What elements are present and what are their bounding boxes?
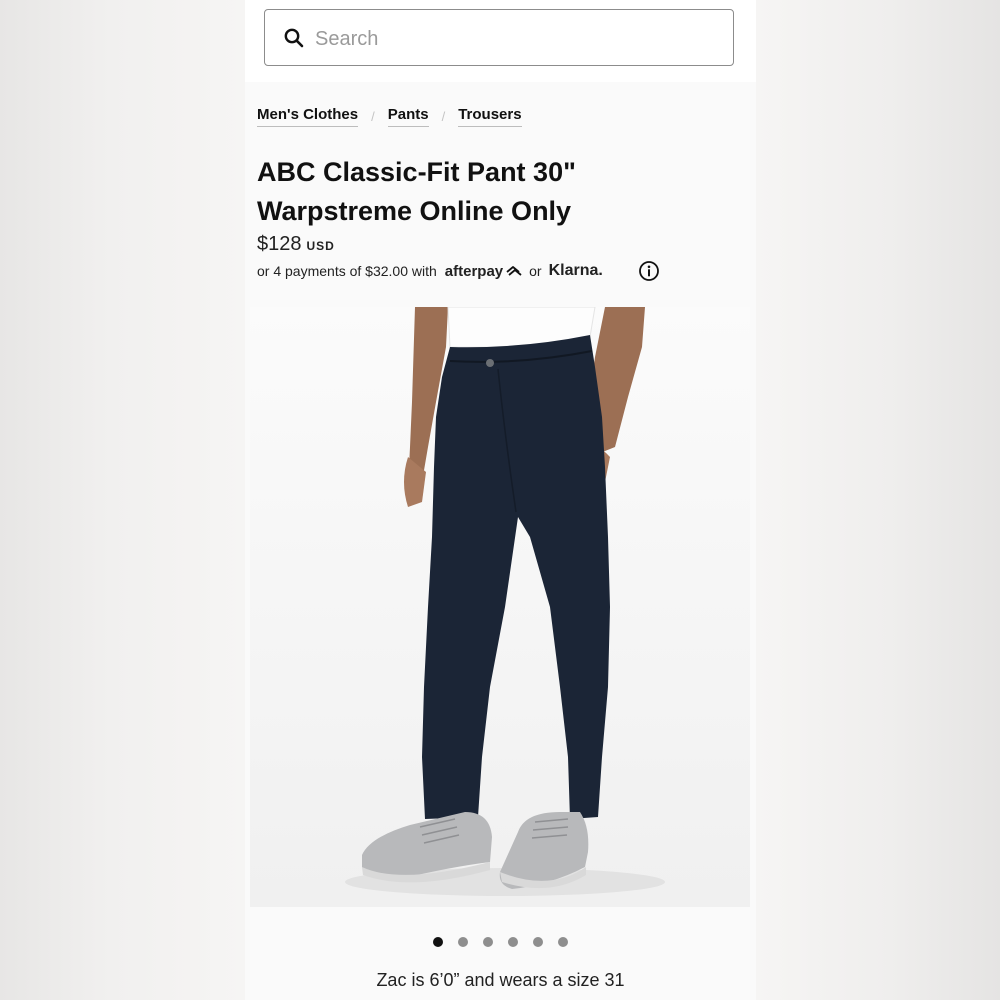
breadcrumb-trousers[interactable]: Trousers	[458, 106, 522, 127]
price-currency: USD	[306, 239, 335, 253]
gallery-dot[interactable]	[508, 937, 518, 947]
klarna-logo: Klarna.	[548, 262, 603, 279]
afterpay-label: afterpay	[444, 262, 504, 280]
or-text: or	[529, 263, 542, 279]
gallery-dot[interactable]	[533, 937, 543, 947]
gallery-pagination	[433, 937, 583, 947]
gallery-dot[interactable]	[558, 937, 568, 947]
search-icon[interactable]	[283, 27, 305, 49]
breadcrumb-pants[interactable]: Pants	[387, 106, 429, 127]
info-icon[interactable]	[638, 260, 660, 282]
search-box[interactable]	[264, 9, 734, 66]
breadcrumb: Men's Clothes / Pants / Trousers	[257, 106, 522, 127]
breadcrumb-separator: /	[371, 109, 375, 124]
breadcrumb-mens-clothes[interactable]: Men's Clothes	[257, 106, 359, 127]
search-input[interactable]	[313, 20, 717, 58]
model-size-caption: Zac is 6’0” and wears a size 31	[376, 970, 625, 990]
afterpay-arrows-icon	[506, 266, 522, 276]
price: $128 USD	[257, 233, 335, 256]
product-page: Men's Clothes / Pants / Trousers ABC Cla…	[245, 0, 756, 1000]
gallery-dot[interactable]	[483, 937, 493, 947]
gallery-dot[interactable]	[433, 937, 443, 947]
product-image[interactable]	[250, 307, 750, 907]
product-title: ABC Classic-Fit Pant 30" Warpstreme Onli…	[257, 157, 576, 226]
background-left	[0, 0, 245, 1000]
afterpay-logo: afterpay	[445, 263, 523, 280]
breadcrumb-separator: /	[441, 109, 446, 124]
price-amount: $128	[257, 233, 302, 255]
background-right	[756, 0, 1000, 1000]
installments-text: or 4 payments of $32.00 with	[257, 263, 437, 279]
search-header	[245, 0, 756, 82]
gallery-dot[interactable]	[458, 937, 468, 947]
installment-info: or 4 payments of $32.00 with afterpay or…	[257, 262, 677, 280]
